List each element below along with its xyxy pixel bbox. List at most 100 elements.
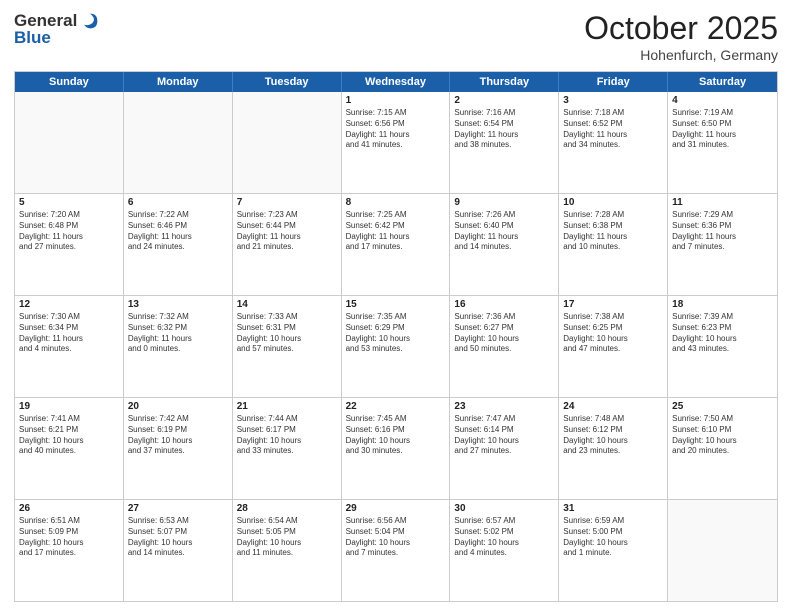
day-info: Sunrise: 7:20 AM Sunset: 6:48 PM Dayligh… — [19, 210, 119, 253]
day-number: 1 — [346, 95, 446, 106]
day-info: Sunrise: 7:25 AM Sunset: 6:42 PM Dayligh… — [346, 210, 446, 253]
cal-cell: 4 Sunrise: 7:19 AM Sunset: 6:50 PM Daylig… — [668, 92, 777, 193]
day-number: 18 — [672, 299, 773, 310]
cal-cell: 11 Sunrise: 7:29 AM Sunset: 6:36 PM Dayli… — [668, 194, 777, 295]
cal-row-4: 19 Sunrise: 7:41 AM Sunset: 6:21 PM Dayli… — [15, 398, 777, 500]
day-number: 2 — [454, 95, 554, 106]
day-info: Sunrise: 7:50 AM Sunset: 6:10 PM Dayligh… — [672, 414, 773, 457]
calendar-body: 1 Sunrise: 7:15 AM Sunset: 6:56 PM Daylig… — [15, 92, 777, 601]
cal-row-5: 26 Sunrise: 6:51 AM Sunset: 5:09 PM Dayli… — [15, 500, 777, 601]
cal-cell: 5Sunrise: 7:20 AM Sunset: 6:48 PM Daylig… — [15, 194, 124, 295]
day-number: 21 — [237, 401, 337, 412]
day-number: 23 — [454, 401, 554, 412]
cal-cell — [15, 92, 124, 193]
day-info: Sunrise: 7:15 AM Sunset: 6:56 PM Dayligh… — [346, 108, 446, 151]
day-info: Sunrise: 6:53 AM Sunset: 5:07 PM Dayligh… — [128, 516, 228, 559]
day-info: Sunrise: 7:33 AM Sunset: 6:31 PM Dayligh… — [237, 312, 337, 355]
day-number: 26 — [19, 503, 119, 514]
day-number: 17 — [563, 299, 663, 310]
page: General Blue October 2025 Hohenfurch, Ge… — [0, 0, 792, 612]
day-number: 7 — [237, 197, 337, 208]
cal-cell: 22Sunrise: 7:45 AM Sunset: 6:16 PM Dayli… — [342, 398, 451, 499]
cal-cell: 8Sunrise: 7:25 AM Sunset: 6:42 PM Daylig… — [342, 194, 451, 295]
cal-cell: 30 Sunrise: 6:57 AM Sunset: 5:02 PM Dayli… — [450, 500, 559, 601]
cal-cell: 18Sunrise: 7:39 AM Sunset: 6:23 PM Dayli… — [668, 296, 777, 397]
day-number: 14 — [237, 299, 337, 310]
day-info: Sunrise: 7:42 AM Sunset: 6:19 PM Dayligh… — [128, 414, 228, 457]
day-number: 12 — [19, 299, 119, 310]
day-number: 19 — [19, 401, 119, 412]
day-number: 9 — [454, 197, 554, 208]
cal-cell: 27 Sunrise: 6:53 AM Sunset: 5:07 PM Dayli… — [124, 500, 233, 601]
day-info: Sunrise: 7:16 AM Sunset: 6:54 PM Dayligh… — [454, 108, 554, 151]
day-info: Sunrise: 7:28 AM Sunset: 6:38 PM Dayligh… — [563, 210, 663, 253]
day-info: Sunrise: 7:48 AM Sunset: 6:12 PM Dayligh… — [563, 414, 663, 457]
cal-cell: 2 Sunrise: 7:16 AM Sunset: 6:54 PM Daylig… — [450, 92, 559, 193]
cal-cell: 3 Sunrise: 7:18 AM Sunset: 6:52 PM Daylig… — [559, 92, 668, 193]
day-info: Sunrise: 7:30 AM Sunset: 6:34 PM Dayligh… — [19, 312, 119, 355]
cal-cell: 29Sunrise: 6:56 AM Sunset: 5:04 PM Dayli… — [342, 500, 451, 601]
cal-row-3: 12 Sunrise: 7:30 AM Sunset: 6:34 PM Dayli… — [15, 296, 777, 398]
day-info: Sunrise: 7:19 AM Sunset: 6:50 PM Dayligh… — [672, 108, 773, 151]
calendar-header: SundayMondayTuesdayWednesdayThursdayFrid… — [15, 72, 777, 92]
cal-cell: 14 Sunrise: 7:33 AM Sunset: 6:31 PM Dayli… — [233, 296, 342, 397]
cal-cell: 21 Sunrise: 7:44 AM Sunset: 6:17 PM Dayli… — [233, 398, 342, 499]
day-number: 30 — [454, 503, 554, 514]
day-info: Sunrise: 7:47 AM Sunset: 6:14 PM Dayligh… — [454, 414, 554, 457]
day-info: Sunrise: 7:23 AM Sunset: 6:44 PM Dayligh… — [237, 210, 337, 253]
day-number: 10 — [563, 197, 663, 208]
cal-row-1: 1 Sunrise: 7:15 AM Sunset: 6:56 PM Daylig… — [15, 92, 777, 194]
day-number: 24 — [563, 401, 663, 412]
day-info: Sunrise: 6:51 AM Sunset: 5:09 PM Dayligh… — [19, 516, 119, 559]
day-info: Sunrise: 6:54 AM Sunset: 5:05 PM Dayligh… — [237, 516, 337, 559]
day-number: 11 — [672, 197, 773, 208]
cal-cell: 17 Sunrise: 7:38 AM Sunset: 6:25 PM Dayli… — [559, 296, 668, 397]
day-number: 15 — [346, 299, 446, 310]
day-info: Sunrise: 7:29 AM Sunset: 6:36 PM Dayligh… — [672, 210, 773, 253]
title-month: October 2025 — [584, 10, 778, 47]
day-info: Sunrise: 6:56 AM Sunset: 5:04 PM Dayligh… — [346, 516, 446, 559]
day-number: 25 — [672, 401, 773, 412]
day-number: 13 — [128, 299, 228, 310]
day-info: Sunrise: 7:41 AM Sunset: 6:21 PM Dayligh… — [19, 414, 119, 457]
day-info: Sunrise: 7:38 AM Sunset: 6:25 PM Dayligh… — [563, 312, 663, 355]
cal-header-sunday: Sunday — [15, 72, 124, 92]
header: General Blue October 2025 Hohenfurch, Ge… — [14, 10, 778, 63]
cal-cell: 20 Sunrise: 7:42 AM Sunset: 6:19 PM Dayli… — [124, 398, 233, 499]
day-number: 4 — [672, 95, 773, 106]
cal-header-monday: Monday — [124, 72, 233, 92]
cal-cell — [668, 500, 777, 601]
day-info: Sunrise: 7:26 AM Sunset: 6:40 PM Dayligh… — [454, 210, 554, 253]
cal-cell: 15Sunrise: 7:35 AM Sunset: 6:29 PM Dayli… — [342, 296, 451, 397]
day-number: 22 — [346, 401, 446, 412]
logo: General Blue — [14, 10, 101, 48]
title-location: Hohenfurch, Germany — [584, 47, 778, 63]
cal-cell: 10 Sunrise: 7:28 AM Sunset: 6:38 PM Dayli… — [559, 194, 668, 295]
day-number: 3 — [563, 95, 663, 106]
cal-header-saturday: Saturday — [668, 72, 777, 92]
cal-cell — [124, 92, 233, 193]
cal-cell: 23 Sunrise: 7:47 AM Sunset: 6:14 PM Dayli… — [450, 398, 559, 499]
day-info: Sunrise: 7:18 AM Sunset: 6:52 PM Dayligh… — [563, 108, 663, 151]
cal-cell: 25 Sunrise: 7:50 AM Sunset: 6:10 PM Dayli… — [668, 398, 777, 499]
cal-cell: 24 Sunrise: 7:48 AM Sunset: 6:12 PM Dayli… — [559, 398, 668, 499]
day-number: 27 — [128, 503, 228, 514]
day-info: Sunrise: 7:32 AM Sunset: 6:32 PM Dayligh… — [128, 312, 228, 355]
cal-cell: 7 Sunrise: 7:23 AM Sunset: 6:44 PM Daylig… — [233, 194, 342, 295]
calendar: SundayMondayTuesdayWednesdayThursdayFrid… — [14, 71, 778, 602]
cal-row-2: 5Sunrise: 7:20 AM Sunset: 6:48 PM Daylig… — [15, 194, 777, 296]
day-number: 31 — [563, 503, 663, 514]
day-info: Sunrise: 7:22 AM Sunset: 6:46 PM Dayligh… — [128, 210, 228, 253]
day-info: Sunrise: 6:59 AM Sunset: 5:00 PM Dayligh… — [563, 516, 663, 559]
cal-cell: 13 Sunrise: 7:32 AM Sunset: 6:32 PM Dayli… — [124, 296, 233, 397]
cal-header-thursday: Thursday — [450, 72, 559, 92]
day-number: 16 — [454, 299, 554, 310]
day-info: Sunrise: 7:44 AM Sunset: 6:17 PM Dayligh… — [237, 414, 337, 457]
cal-cell: 19 Sunrise: 7:41 AM Sunset: 6:21 PM Dayli… — [15, 398, 124, 499]
day-number: 20 — [128, 401, 228, 412]
cal-cell: 1 Sunrise: 7:15 AM Sunset: 6:56 PM Daylig… — [342, 92, 451, 193]
day-number: 28 — [237, 503, 337, 514]
day-info: Sunrise: 6:57 AM Sunset: 5:02 PM Dayligh… — [454, 516, 554, 559]
cal-header-friday: Friday — [559, 72, 668, 92]
cal-cell: 26 Sunrise: 6:51 AM Sunset: 5:09 PM Dayli… — [15, 500, 124, 601]
